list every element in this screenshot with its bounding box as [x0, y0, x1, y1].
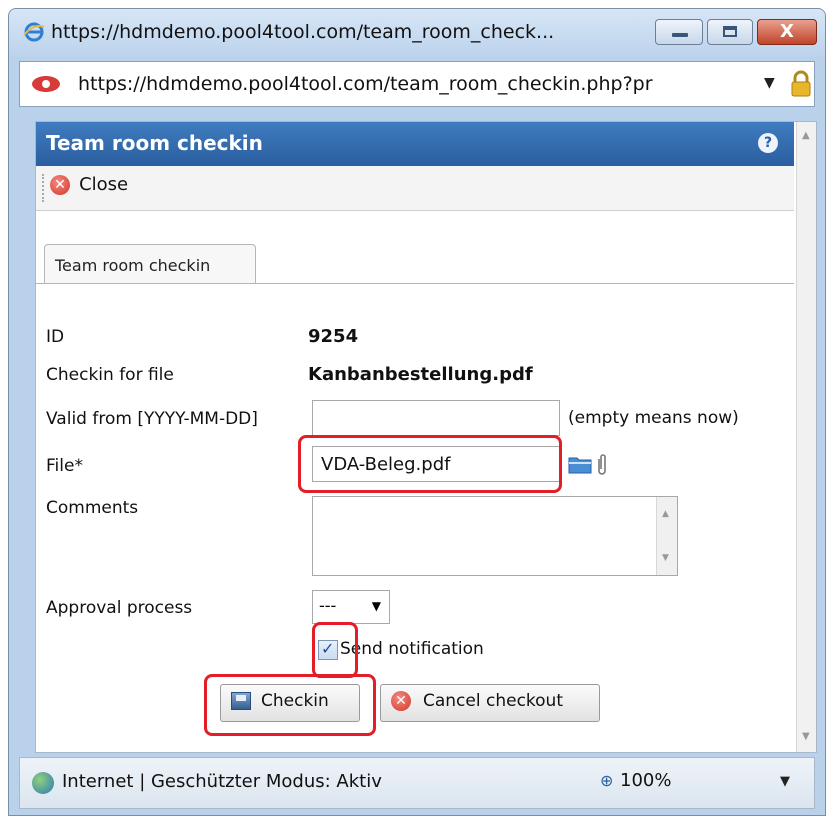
globe-icon: [32, 772, 54, 794]
comments-label: Comments: [46, 498, 139, 518]
cancel-checkout-button[interactable]: ✕ Cancel checkout: [380, 684, 600, 722]
ie-icon: [23, 22, 45, 42]
security-zone-status[interactable]: Internet | Geschützter Modus: Aktiv: [62, 771, 382, 792]
comments-textarea[interactable]: ▲ ▼: [312, 496, 678, 576]
dialog-title: Team room checkin: [46, 131, 263, 155]
close-button-label: Close: [79, 174, 129, 195]
paperclip-icon[interactable]: [596, 452, 608, 476]
dialog-toolbar: ✕ Close: [36, 166, 794, 211]
minimize-icon: [672, 33, 688, 37]
highlight-checkin-button: [204, 674, 376, 736]
minimize-button[interactable]: [655, 19, 703, 45]
address-bar[interactable]: https://hdmdemo.pool4tool.com/team_room_…: [19, 61, 815, 107]
send-notification-label[interactable]: Send notification: [340, 639, 484, 659]
help-icon[interactable]: ?: [758, 133, 778, 153]
zoom-level[interactable]: 100%: [620, 770, 671, 791]
zoom-icon[interactable]: ⊕: [600, 771, 613, 790]
approval-process-label: Approval process: [46, 598, 193, 618]
browser-popup-window: https://hdmdemo.pool4tool.com/team_room_…: [8, 8, 826, 816]
toolbar-grip: [42, 174, 48, 202]
tab-team-room-checkin[interactable]: Team room checkin: [44, 244, 256, 284]
id-label: ID: [46, 327, 65, 347]
chevron-down-icon[interactable]: ▼: [780, 774, 790, 789]
chevron-down-icon: ▼: [371, 599, 381, 613]
checkin-file-label: Checkin for file: [46, 365, 174, 385]
cancel-circle-icon: ✕: [391, 691, 411, 711]
cancel-button-label: Cancel checkout: [423, 691, 564, 711]
address-url[interactable]: https://hdmdemo.pool4tool.com/team_room_…: [78, 73, 653, 95]
scroll-down-icon[interactable]: ▼: [802, 731, 810, 742]
close-window-button[interactable]: X: [757, 19, 817, 45]
valid-from-label: Valid from [YYYY-MM-DD]: [46, 409, 258, 429]
approval-process-select[interactable]: --- ▼: [312, 590, 390, 624]
lock-icon[interactable]: [790, 70, 812, 98]
checkin-file-value: Kanbanbestellung.pdf: [308, 364, 533, 385]
status-bar: Internet | Geschützter Modus: Aktiv ⊕ 10…: [19, 757, 815, 809]
site-icon: [32, 76, 60, 92]
scroll-up-icon[interactable]: ▲: [662, 509, 669, 519]
chevron-down-icon[interactable]: ▼: [764, 75, 775, 91]
valid-from-input[interactable]: [312, 400, 560, 436]
scroll-up-icon[interactable]: ▲: [802, 130, 810, 141]
page-content: Team room checkin ? ✕ Close Team room ch…: [35, 121, 817, 753]
close-circle-icon: ✕: [50, 174, 70, 195]
page-scrollbar[interactable]: ▲ ▼: [796, 122, 816, 752]
file-label: File*: [46, 456, 83, 476]
id-value: 9254: [308, 326, 359, 347]
maximize-icon: [723, 26, 737, 37]
valid-from-hint: (empty means now): [568, 408, 739, 428]
maximize-button[interactable]: [707, 19, 753, 45]
highlight-checkbox: [312, 622, 358, 678]
scroll-down-icon[interactable]: ▼: [662, 553, 669, 563]
dialog-header: Team room checkin ?: [36, 122, 794, 166]
approval-selected-value: ---: [319, 596, 337, 615]
close-icon: X: [780, 21, 794, 42]
title-bar: https://hdmdemo.pool4tool.com/team_room_…: [9, 9, 825, 57]
close-button[interactable]: ✕ Close: [50, 174, 128, 202]
window-title: https://hdmdemo.pool4tool.com/team_room_…: [51, 21, 555, 43]
highlight-file-input: [298, 435, 562, 493]
folder-icon[interactable]: [568, 454, 592, 474]
comments-scrollbar[interactable]: ▲ ▼: [656, 497, 677, 575]
